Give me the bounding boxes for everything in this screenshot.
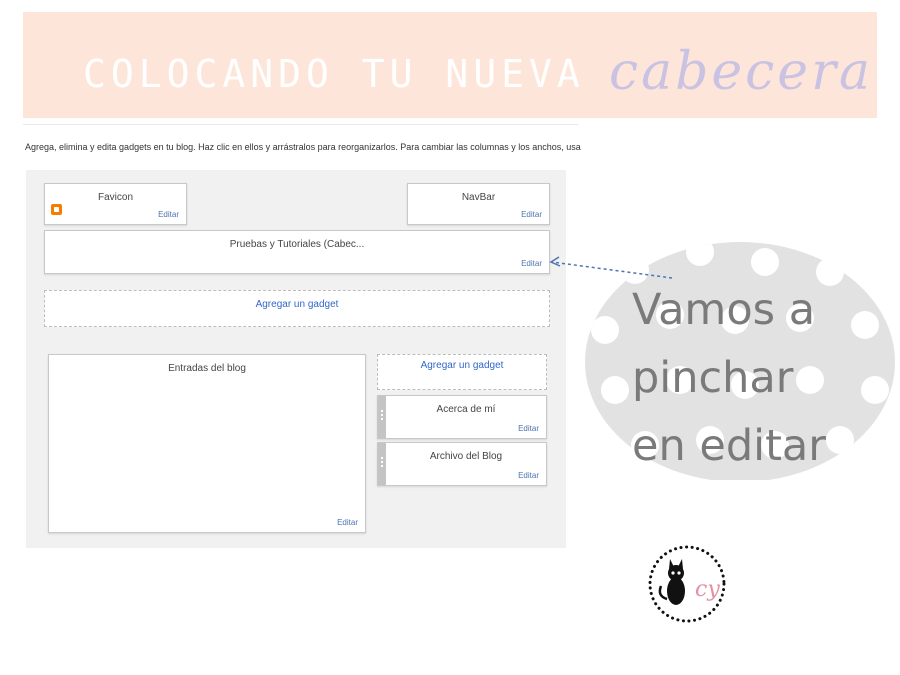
logo-monogram: cy bbox=[695, 577, 720, 602]
callout-text: Vamos a pinchar en editar bbox=[632, 285, 826, 471]
edit-link-about-me[interactable]: Editar bbox=[518, 424, 539, 433]
gadget-navbar[interactable]: NavBar Editar bbox=[407, 183, 550, 225]
gadget-about-me[interactable]: Acerca de mí Editar bbox=[377, 395, 547, 439]
layout-instructions: Agrega, elimina y edita gadgets en tu bl… bbox=[25, 142, 581, 152]
gadget-header[interactable]: Pruebas y Tutoriales (Cabec... Editar bbox=[44, 230, 550, 274]
gadget-title: NavBar bbox=[461, 192, 496, 203]
header-banner: COLOCANDO TU NUEVA cabecera bbox=[23, 12, 877, 118]
add-gadget-link[interactable]: Agregar un gadget bbox=[378, 360, 546, 371]
layout-editor-panel: Favicon Editar NavBar Editar Pruebas y T… bbox=[26, 170, 566, 548]
gadget-blog-archive[interactable]: Archivo del Blog Editar bbox=[377, 442, 547, 486]
gadget-blog-posts[interactable]: Entradas del blog Editar bbox=[48, 354, 366, 533]
edit-link-blog-posts[interactable]: Editar bbox=[337, 518, 358, 527]
banner-title: COLOCANDO TU NUEVA bbox=[83, 52, 585, 96]
edit-link-header[interactable]: Editar bbox=[521, 259, 542, 268]
divider bbox=[23, 124, 578, 125]
drag-handle[interactable] bbox=[378, 396, 386, 438]
arrow-icon bbox=[549, 256, 673, 279]
edit-link-navbar[interactable]: Editar bbox=[521, 210, 542, 219]
add-gadget-slot-sidebar[interactable]: Agregar un gadget bbox=[377, 354, 547, 390]
blogger-icon bbox=[51, 204, 62, 215]
gadget-title: Acerca de mí bbox=[436, 404, 496, 415]
cat-logo-icon: cy bbox=[648, 545, 726, 623]
gadget-title: Pruebas y Tutoriales (Cabec... bbox=[229, 239, 365, 250]
gadget-title: Favicon bbox=[97, 192, 133, 203]
banner-title-script: cabecera bbox=[609, 42, 873, 102]
edit-link-blog-archive[interactable]: Editar bbox=[518, 471, 539, 480]
add-gadget-slot-top[interactable]: Agregar un gadget bbox=[44, 290, 550, 327]
gadget-title: Archivo del Blog bbox=[429, 451, 503, 462]
gadget-favicon[interactable]: Favicon Editar bbox=[44, 183, 187, 225]
add-gadget-link[interactable]: Agregar un gadget bbox=[45, 299, 549, 310]
gadget-title: Entradas del blog bbox=[168, 363, 246, 374]
edit-link-favicon[interactable]: Editar bbox=[158, 210, 179, 219]
drag-handle[interactable] bbox=[378, 443, 386, 485]
